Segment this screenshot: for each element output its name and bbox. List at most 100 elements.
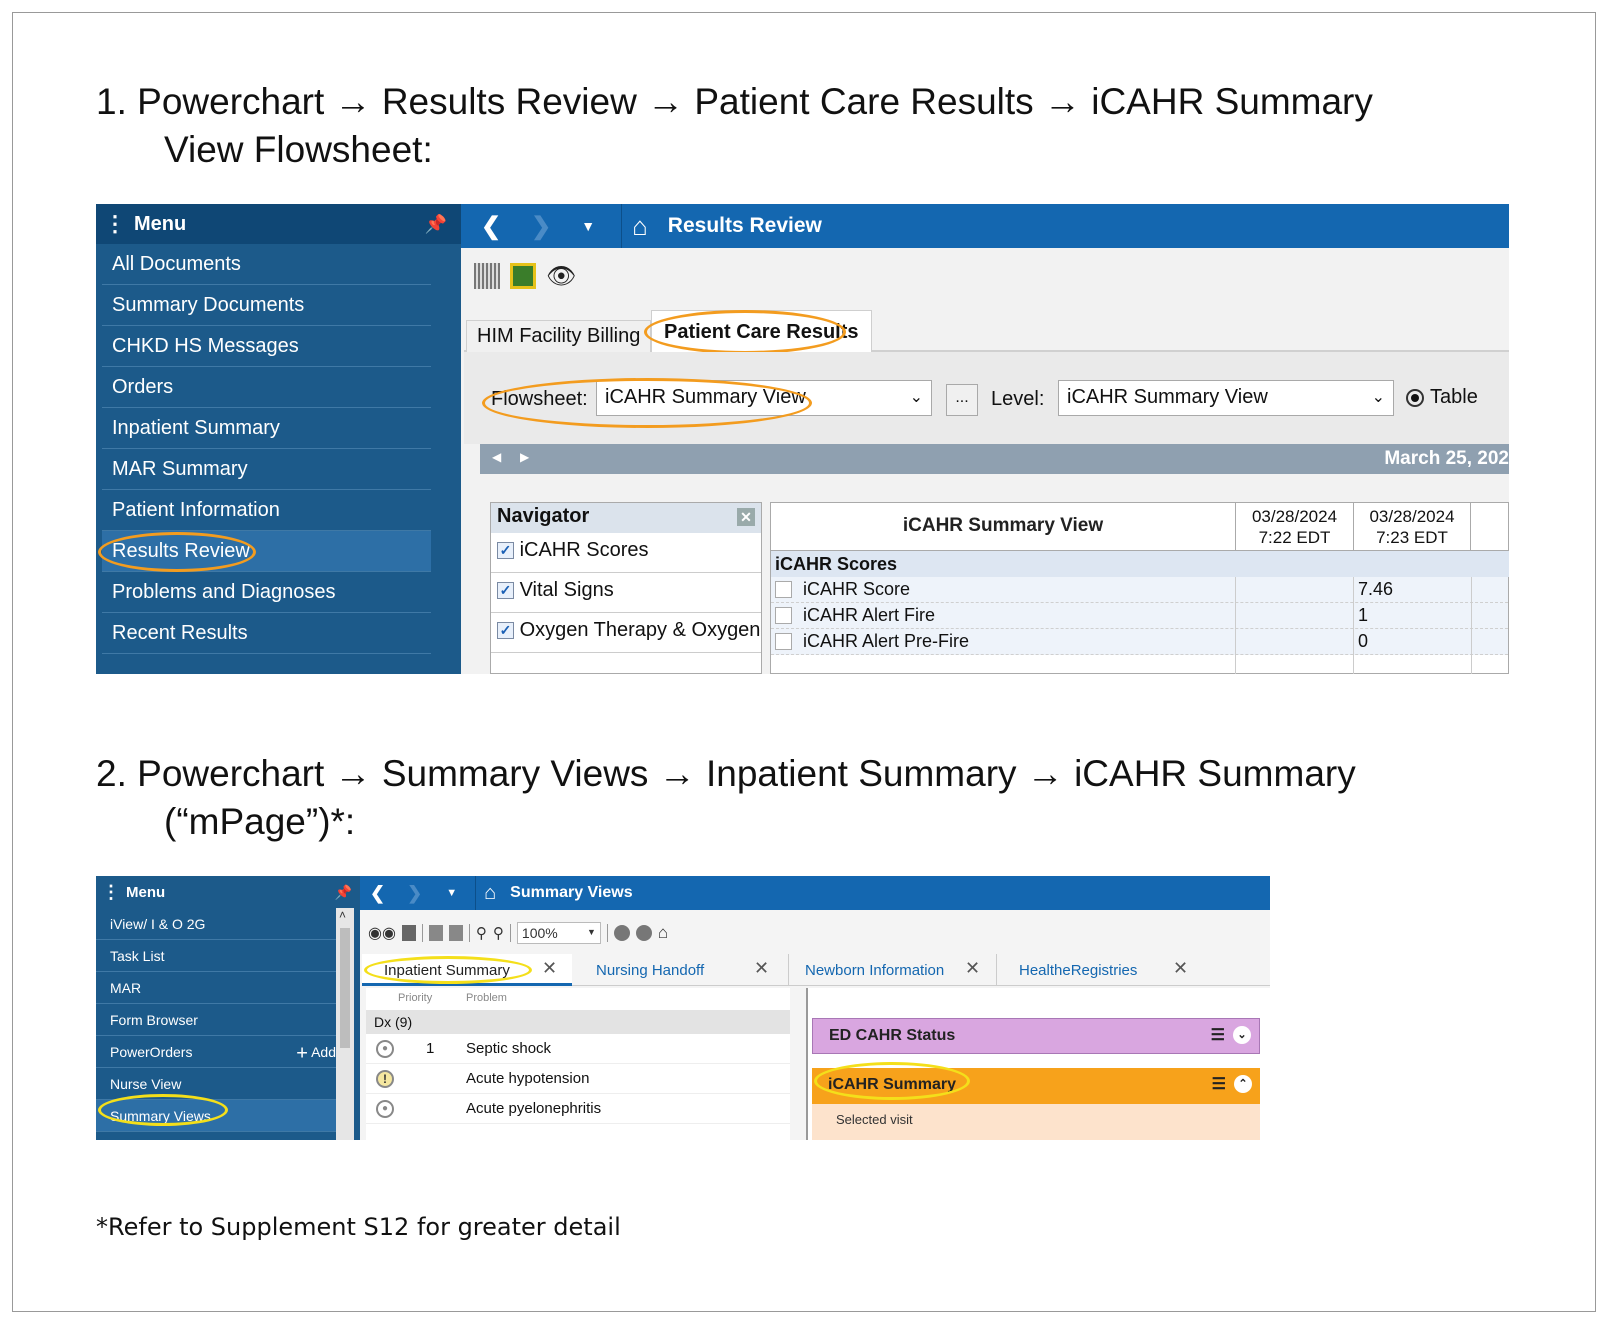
close-icon[interactable]: ✕ <box>737 508 755 526</box>
view-icon[interactable]: 👁 <box>546 262 576 291</box>
circle-icon[interactable] <box>613 925 630 941</box>
scroll-up-icon[interactable]: ˄ <box>339 908 346 922</box>
icahr-summary-body: Selected visit <box>812 1104 1260 1140</box>
checkbox-checked-icon[interactable]: ✓ <box>497 582 514 600</box>
history-dropdown-icon[interactable]: ▼ <box>446 887 457 899</box>
level-select[interactable]: iCAHR Summary View ⌄ <box>1058 380 1394 416</box>
menu-item-task-list[interactable]: Task List <box>96 940 336 972</box>
flowsheet-value: iCAHR Summary View <box>605 386 806 408</box>
menu-item-nurse-view[interactable]: Nurse View <box>96 1068 336 1100</box>
navigator-item-oxygen-therapy[interactable]: ✓ Oxygen Therapy & Oxygen <box>491 613 761 653</box>
navigator-item-label: Vital Signs <box>519 579 614 601</box>
list-item[interactable]: ● 1 Septic shock <box>366 1034 790 1064</box>
menu-dots-icon[interactable]: ⋮ <box>104 211 126 237</box>
icahr-summary-card[interactable]: iCAHR Summary ☰ ⌃ <box>812 1068 1260 1104</box>
home-icon[interactable]: ⌂ <box>484 882 496 905</box>
history-dropdown-icon[interactable]: ▼ <box>581 218 595 234</box>
forward-arrow-icon[interactable]: ❯ <box>407 883 422 904</box>
page-icon[interactable] <box>448 925 463 941</box>
tab-nursing-handoff[interactable]: Nursing Handoff ✕ <box>574 954 784 986</box>
tab-inpatient-summary[interactable]: Inpatient Summary ✕ <box>362 954 572 986</box>
menu-item-all-documents[interactable]: All Documents <box>102 244 431 285</box>
tab-label: HealtheRegistries <box>1019 962 1138 979</box>
add-button[interactable]: + Add <box>296 1036 336 1069</box>
menu-item-patient-information[interactable]: Patient Information <box>102 490 431 531</box>
back-arrow-icon[interactable]: ❮ <box>370 883 385 904</box>
close-icon[interactable]: ✕ <box>1173 958 1188 979</box>
forward-arrow-icon[interactable]: ❯ <box>531 212 551 241</box>
print-icon[interactable] <box>401 925 416 941</box>
menu-item-inpatient-summary[interactable]: Inpatient Summary <box>102 408 431 449</box>
menu-item-orders[interactable]: Orders <box>102 367 431 408</box>
row-value-2: 0 <box>1358 631 1369 651</box>
chevron-up-icon[interactable]: ⌃ <box>1234 1075 1252 1093</box>
chevron-down-icon[interactable]: ⌄ <box>1233 1026 1251 1044</box>
table-radio[interactable]: Table <box>1406 386 1478 409</box>
menu-item-mar[interactable]: MAR <box>96 972 336 1004</box>
circle-icon[interactable] <box>635 925 652 941</box>
checkbox-checked-icon[interactable]: ✓ <box>497 542 514 560</box>
menu-item-mar-summary[interactable]: MAR Summary <box>102 449 431 490</box>
flowsheet-icon[interactable] <box>510 263 536 289</box>
toolbar: 👁 <box>474 260 576 292</box>
scroll-thumb[interactable] <box>340 928 350 1048</box>
checkbox-checked-icon[interactable]: ✓ <box>497 622 514 640</box>
flowsheet-select[interactable]: iCAHR Summary View ⌄ <box>596 380 932 416</box>
menu-dots-icon[interactable]: ⋮ <box>102 882 120 903</box>
zoom-in-icon[interactable]: ⚲ <box>493 924 504 942</box>
zoom-select[interactable]: 100% ▼ <box>516 922 601 944</box>
ed-cahr-status-card[interactable]: ED CAHR Status ☰ ⌄ <box>812 1018 1260 1054</box>
step1-line2: View Flowsheet: <box>164 129 433 170</box>
list-item[interactable]: ! Acute hypotension <box>366 1064 790 1094</box>
tab-him-facility-billing[interactable]: HIM Facility Billing <box>466 320 652 354</box>
checkbox-icon[interactable] <box>775 581 792 598</box>
zoom-out-icon[interactable]: ⚲ <box>476 924 487 942</box>
close-icon[interactable]: ✕ <box>542 958 557 979</box>
close-icon[interactable]: ✕ <box>965 958 980 979</box>
pin-icon[interactable]: 📌 <box>425 214 447 235</box>
navigator-item-vital-signs[interactable]: ✓ Vital Signs <box>491 573 761 613</box>
ellipsis-button[interactable]: ... <box>946 384 978 416</box>
menu-item-summary-documents[interactable]: Summary Documents <box>102 285 431 326</box>
problem-name: Acute pyelonephritis <box>466 1100 602 1117</box>
menu-item-iview[interactable]: iView/ I & O 2G <box>96 908 336 940</box>
menu-item-recent-results[interactable]: Recent Results <box>102 613 431 654</box>
menu-item-chkd-hs-messages[interactable]: CHKD HS Messages <box>102 326 431 367</box>
navigator-item-icahr-scores[interactable]: ✓ iCAHR Scores <box>491 533 761 573</box>
grid-col-time: 7:22 EDT <box>1258 528 1331 547</box>
list-item[interactable]: ● Acute pyelonephritis <box>366 1094 790 1124</box>
menu-item-summary-views[interactable]: Summary Views <box>96 1100 336 1132</box>
problem-priority: 1 <box>426 1040 435 1057</box>
scroll-left-icon[interactable]: ◀ <box>492 450 501 464</box>
home-icon[interactable]: ⌂ <box>632 211 648 242</box>
table-row[interactable]: iCAHR Alert Pre-Fire 0 <box>771 629 1508 655</box>
tab-strip: Inpatient Summary ✕ Nursing Handoff ✕ Ne… <box>362 954 1270 986</box>
table-row[interactable]: iCAHR Score 7.46 <box>771 577 1508 603</box>
home-icon[interactable]: ⌂ <box>658 923 668 943</box>
page-icon[interactable] <box>428 925 443 941</box>
chart-icon[interactable] <box>474 263 500 289</box>
checkbox-icon[interactable] <box>775 633 792 650</box>
binoculars-icon[interactable]: ◉◉ <box>368 923 396 943</box>
checkbox-icon[interactable] <box>775 607 792 624</box>
tab-patient-care-results[interactable]: Patient Care Results <box>651 310 872 354</box>
row-name: iCAHR Alert Pre-Fire <box>803 631 970 651</box>
menu-icon[interactable]: ☰ <box>1212 1074 1226 1094</box>
close-icon[interactable]: ✕ <box>754 958 769 979</box>
menu-icon[interactable]: ☰ <box>1211 1025 1225 1045</box>
grid-col-divider <box>1353 577 1354 674</box>
menu-item-powerorders[interactable]: PowerOrders + Add <box>96 1036 336 1068</box>
back-arrow-icon[interactable]: ❮ <box>481 212 501 241</box>
chevron-down-icon: ▼ <box>587 927 596 937</box>
menu-scrollbar[interactable]: ˄ <box>336 908 354 1140</box>
table-row[interactable]: iCAHR Alert Fire 1 <box>771 603 1508 629</box>
problem-name: Acute hypotension <box>466 1070 590 1087</box>
scroll-right-icon[interactable]: ▶ <box>520 450 529 464</box>
tab-newborn-information[interactable]: Newborn Information ✕ <box>788 954 994 986</box>
menu-item-results-review[interactable]: Results Review <box>102 531 431 572</box>
menu-item-problems-and-diagnoses[interactable]: Problems and Diagnoses <box>102 572 431 613</box>
tab-healtheregistries[interactable]: HealtheRegistries ✕ <box>996 954 1206 986</box>
menu-item-form-browser[interactable]: Form Browser <box>96 1004 336 1036</box>
row-name: iCAHR Alert Fire <box>803 605 936 625</box>
pin-icon[interactable]: 📌 <box>335 884 352 901</box>
